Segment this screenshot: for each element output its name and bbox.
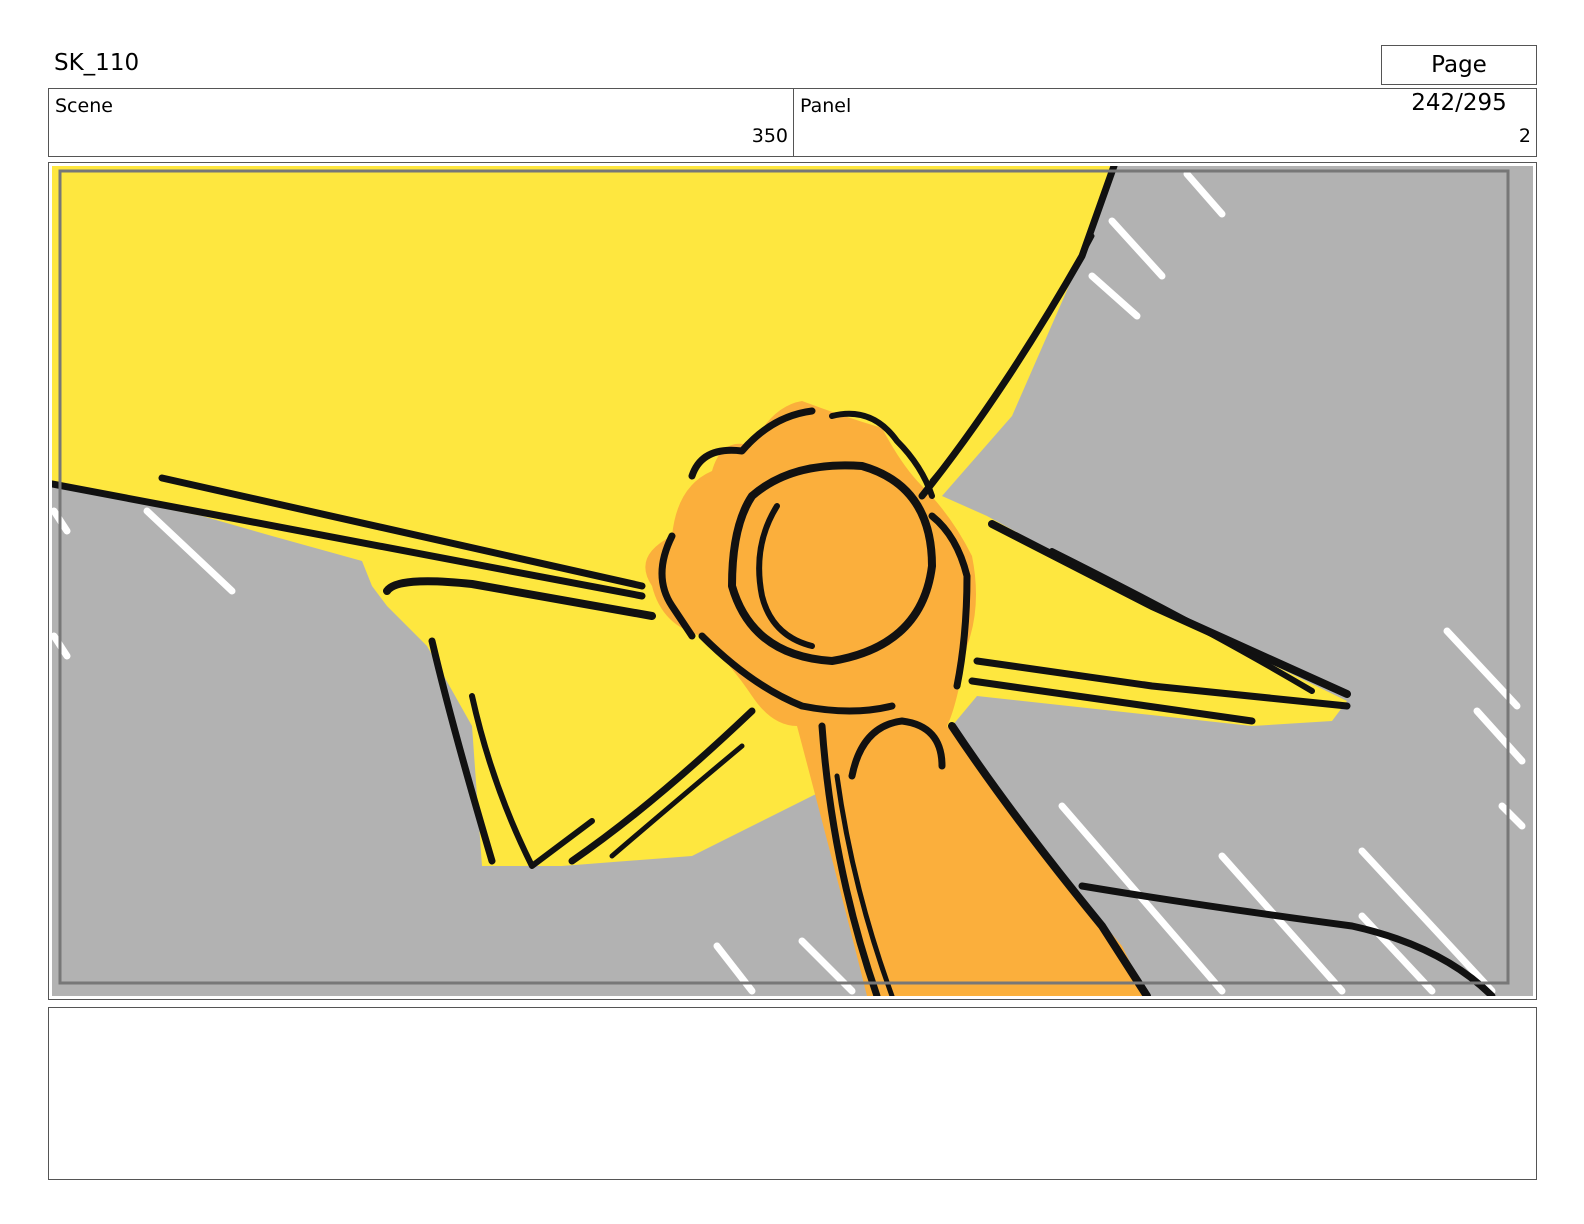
scene-cell: Scene 350	[49, 89, 794, 156]
scene-label: Scene	[55, 95, 113, 117]
panel-label: Panel	[800, 95, 852, 117]
panel-artwork	[52, 166, 1533, 996]
panel-cell: Panel 2	[794, 89, 1536, 156]
scene-number: 350	[751, 125, 788, 147]
page-indicator: Page 242/295	[1381, 45, 1537, 116]
notes-box	[48, 1007, 1537, 1180]
scene-panel-row: Scene 350 Panel 2	[48, 88, 1537, 157]
storyboard-frame	[48, 162, 1537, 1000]
panel-number: 2	[1518, 125, 1531, 147]
storyboard-title: SK_110	[54, 50, 140, 76]
